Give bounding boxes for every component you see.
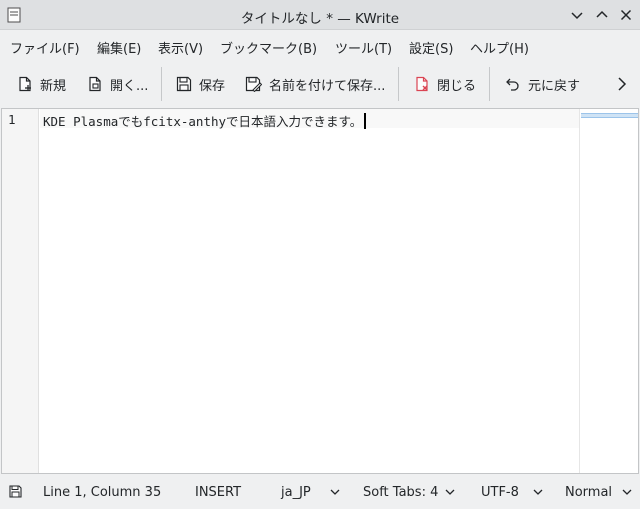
chevron-right-icon (618, 77, 627, 91)
line-number: 1 (8, 112, 16, 127)
encoding-selector[interactable]: UTF-8 (481, 485, 519, 500)
open-button[interactable]: 開く... (87, 70, 148, 98)
dictionary-selector[interactable]: ja_JP (281, 485, 311, 500)
save-label: 保存 (199, 78, 226, 94)
chevron-down-icon[interactable] (330, 488, 340, 496)
menu-bar: ファイル(F) 編集(E) 表示(V) ブックマーク(B) ツール(T) 設定(… (0, 30, 640, 60)
line-number-gutter[interactable]: 1 (2, 109, 39, 473)
save-as-button[interactable]: 名前を付けて保存... (245, 70, 385, 98)
menu-help[interactable]: ヘルプ(H) (470, 38, 529, 57)
input-mode[interactable]: INSERT (195, 485, 241, 500)
close-document-icon (416, 76, 428, 92)
maximize-chevron-icon[interactable] (593, 6, 611, 24)
toolbar-separator (161, 67, 162, 101)
close-document-button[interactable]: 閉じる (414, 70, 476, 98)
open-document-icon (89, 76, 101, 92)
text-line: KDE Plasmaでもfcitx-anthyで日本語入力できます。 (43, 111, 367, 130)
close-window-icon[interactable] (617, 6, 635, 24)
mode-selector[interactable]: Normal (565, 485, 612, 500)
title-bar: タイトルなし * — KWrite (0, 0, 640, 30)
menu-bookmarks[interactable]: ブックマーク(B) (220, 38, 317, 57)
indentation-selector[interactable]: Soft Tabs: 4 (363, 485, 438, 500)
text-line-content: KDE Plasmaでもfcitx-anthyで日本語入力できます。 (43, 114, 363, 129)
menu-view[interactable]: 表示(V) (158, 38, 203, 57)
editor-area[interactable]: 1 KDE Plasmaでもfcitx-anthyで日本語入力できます。 (1, 108, 639, 474)
close-label: 閉じる (437, 78, 477, 94)
undo-button[interactable]: 元に戻す (505, 70, 580, 98)
menu-tools[interactable]: ツール(T) (335, 38, 392, 57)
menu-file[interactable]: ファイル(F) (10, 38, 80, 57)
undo-icon (506, 78, 519, 91)
chevron-down-icon[interactable] (533, 488, 543, 496)
new-document-icon (19, 76, 31, 92)
chevron-down-icon[interactable] (622, 488, 632, 496)
minimize-chevron-icon[interactable] (568, 6, 586, 24)
window-title: タイトルなし * — KWrite (240, 11, 400, 27)
menu-edit[interactable]: 編集(E) (97, 38, 141, 57)
main-toolbar: 新規 開く... 保存 名前を付けて保存... 閉じる 元に戻す (0, 62, 640, 106)
save-as-label: 名前を付けて保存... (269, 78, 386, 94)
open-label: 開く... (110, 78, 149, 94)
menu-settings[interactable]: 設定(S) (409, 38, 453, 57)
undo-label: 元に戻す (528, 78, 581, 94)
save-icon (176, 76, 192, 92)
toolbar-separator (489, 67, 490, 101)
save-button[interactable]: 保存 (176, 70, 225, 98)
text-edit-area[interactable]: KDE Plasmaでもfcitx-anthyで日本語入力できます。 (40, 109, 579, 473)
text-caret (364, 113, 367, 129)
save-as-icon (245, 76, 262, 92)
chevron-down-icon[interactable] (445, 488, 455, 496)
toolbar-separator (398, 67, 399, 101)
minimap-scrollbar[interactable] (579, 109, 638, 473)
toolbar-overflow-button[interactable] (616, 70, 635, 98)
cursor-position[interactable]: Line 1, Column 35 (43, 485, 161, 500)
new-label: 新規 (40, 78, 67, 94)
status-bar: Line 1, Column 35 INSERT ja_JP Soft Tabs… (0, 475, 640, 509)
minimap-slider[interactable] (581, 113, 638, 118)
new-button[interactable]: 新規 (17, 70, 66, 98)
save-icon[interactable] (9, 485, 22, 498)
